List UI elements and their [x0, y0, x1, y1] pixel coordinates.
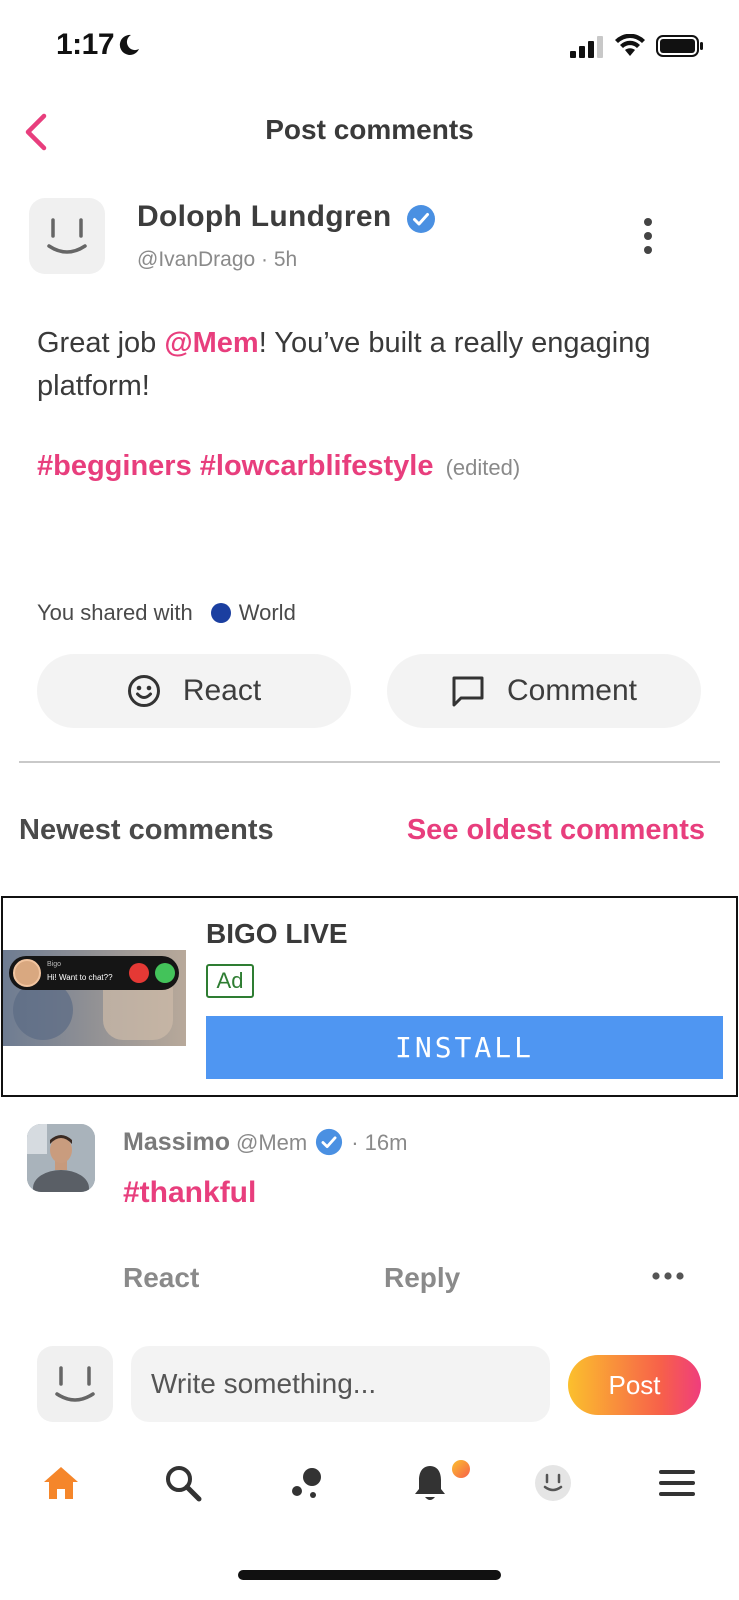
- profile-icon: [535, 1465, 571, 1501]
- wifi-icon: [615, 34, 645, 56]
- menu-icon: [659, 1470, 695, 1496]
- ad-title: BIGO LIVE: [206, 918, 348, 949]
- nav-search[interactable]: [158, 1460, 208, 1506]
- comment-hashtag[interactable]: #thankful: [123, 1176, 256, 1210]
- comment-react-button[interactable]: React: [123, 1262, 199, 1294]
- call-notification: Bigo Hi! Want to chat??: [9, 956, 179, 990]
- install-button[interactable]: INSTALL: [206, 1016, 723, 1079]
- shared-label: You shared with: [37, 600, 193, 625]
- smiley-avatar-icon: [47, 218, 87, 254]
- post-text-before: Great job: [37, 327, 165, 359]
- author-name[interactable]: Doloph Lundgren: [137, 200, 391, 234]
- ad-image[interactable]: Bigo Hi! Want to chat??: [3, 950, 186, 1046]
- verified-badge-icon: [316, 1128, 343, 1156]
- newest-comments-label: Newest comments: [19, 814, 274, 846]
- decline-call-icon: [129, 963, 149, 983]
- nav-community[interactable]: [282, 1460, 332, 1506]
- commenter-handle: @Mem: [235, 1130, 308, 1155]
- status-time: 1:17: [56, 28, 115, 61]
- post-text: Great job @Mem! You’ve built a really en…: [37, 322, 717, 408]
- nav-home[interactable]: [36, 1460, 86, 1506]
- comment-button-label: Comment: [506, 674, 638, 707]
- page-title: Post comments: [265, 114, 474, 145]
- home-icon: [44, 1467, 78, 1499]
- comment-input[interactable]: [131, 1346, 550, 1422]
- home-indicator: [238, 1570, 501, 1580]
- search-icon: [166, 1466, 202, 1502]
- smiley-avatar-icon: [55, 1366, 95, 1402]
- nav-profile[interactable]: [528, 1460, 578, 1506]
- shared-with: You shared with World: [37, 600, 296, 626]
- header: Post comments: [0, 100, 739, 164]
- battery-icon: [656, 35, 703, 57]
- hashtag-link[interactable]: #lowcarblifestyle: [200, 450, 434, 482]
- mention-link[interactable]: @Mem: [164, 327, 258, 359]
- world-dot-icon: [210, 603, 231, 623]
- community-icon: [292, 1468, 321, 1498]
- caller-message: Hi! Want to chat??: [47, 973, 113, 982]
- more-options-icon[interactable]: [632, 216, 664, 256]
- divider: [19, 761, 720, 763]
- author-handle-time: @IvanDrago · 5h: [137, 248, 298, 271]
- commenter-avatar[interactable]: [27, 1124, 95, 1192]
- composer-avatar[interactable]: [37, 1346, 113, 1422]
- verified-badge-icon: [407, 205, 435, 233]
- bell-icon: [415, 1466, 445, 1500]
- ad-banner[interactable]: Bigo Hi! Want to chat?? BIGO LIVE Ad INS…: [1, 896, 738, 1097]
- bottom-nav: [0, 1448, 739, 1518]
- react-button[interactable]: React: [37, 654, 351, 728]
- comment-more-icon[interactable]: [650, 1266, 686, 1286]
- comment-reply-button[interactable]: Reply: [384, 1262, 460, 1294]
- ad-badge: Ad: [206, 964, 254, 998]
- edited-label: (edited): [445, 455, 521, 480]
- cellular-signal-icon: [570, 36, 603, 58]
- accept-call-icon: [155, 963, 175, 983]
- comment-header: Massimo @Mem · 16m: [123, 1128, 407, 1157]
- post-hashtags: #begginers #lowcarblifestyle (edited): [37, 450, 520, 483]
- commenter-name[interactable]: Massimo: [123, 1128, 230, 1156]
- status-bar: 1:17: [0, 0, 739, 92]
- moon-icon: [119, 34, 139, 55]
- see-oldest-comments-link[interactable]: See oldest comments: [407, 814, 705, 847]
- hashtag-link[interactable]: #begginers: [37, 450, 192, 482]
- shared-audience: World: [238, 600, 296, 625]
- notification-badge: [452, 1460, 470, 1478]
- smiley-face-icon: [127, 675, 160, 707]
- react-button-label: React: [182, 674, 262, 707]
- nav-notifications[interactable]: [405, 1460, 455, 1506]
- post-button[interactable]: Post: [568, 1355, 701, 1415]
- commenter-photo: [27, 1124, 95, 1192]
- caller-avatar: [13, 959, 41, 987]
- caller-name: Bigo: [47, 961, 62, 968]
- comment-button[interactable]: Comment: [387, 654, 701, 728]
- nav-menu[interactable]: [652, 1460, 702, 1506]
- author-avatar[interactable]: [29, 198, 105, 274]
- comment-bubble-icon: [452, 676, 484, 707]
- comment-time: · 16m: [351, 1130, 408, 1155]
